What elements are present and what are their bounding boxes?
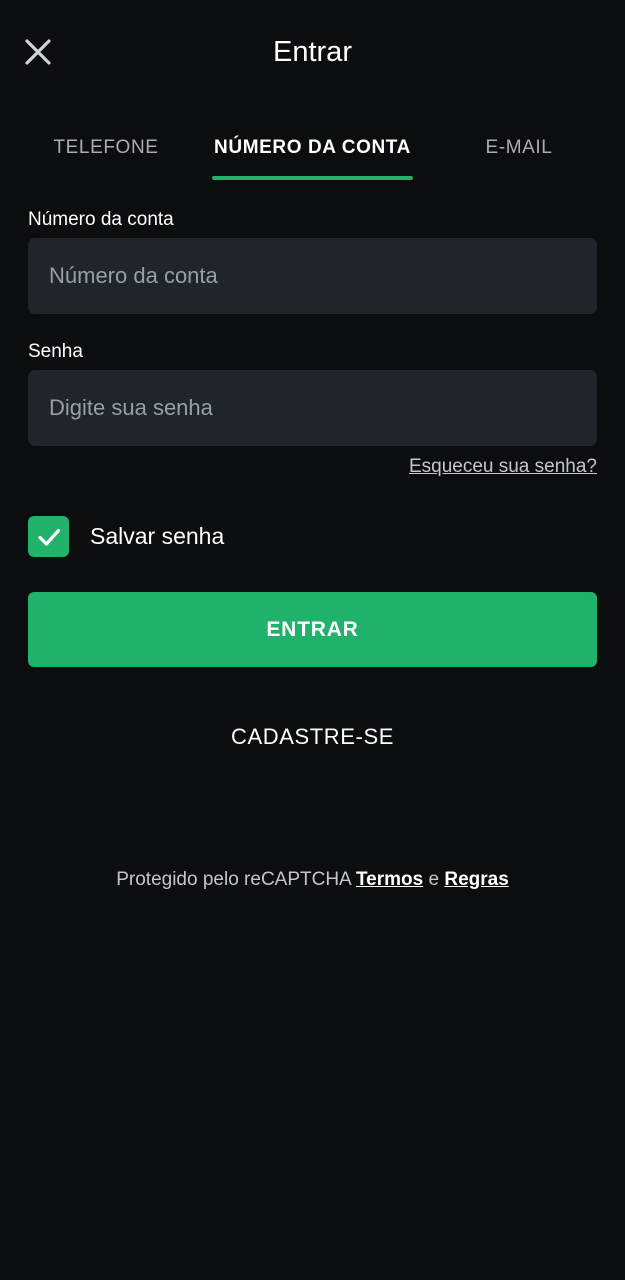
- login-button[interactable]: ENTRAR: [28, 592, 597, 667]
- login-method-tabs: TELEFONE NÚMERO DA CONTA E-MAIL: [0, 118, 625, 182]
- terms-link[interactable]: Termos: [356, 869, 423, 890]
- header: Entrar: [0, 0, 625, 104]
- page-title: Entrar: [273, 36, 352, 68]
- recaptcha-notice: Protegido pelo reCAPTCHA Termos e Regras: [0, 869, 625, 891]
- register-button[interactable]: CADASTRE-SE: [0, 724, 625, 750]
- forgot-password-link[interactable]: Esqueceu sua senha?: [409, 456, 597, 478]
- tab-email[interactable]: E-MAIL: [440, 118, 598, 178]
- account-number-input[interactable]: [28, 238, 597, 314]
- active-tab-indicator: [212, 176, 413, 180]
- tab-numero-da-conta[interactable]: NÚMERO DA CONTA: [206, 118, 419, 178]
- recaptcha-text: Protegido pelo reCAPTCHA: [116, 869, 351, 890]
- password-label: Senha: [28, 341, 83, 362]
- password-input[interactable]: [28, 370, 597, 446]
- checkmark-icon: [37, 528, 60, 546]
- rules-link[interactable]: Regras: [444, 869, 508, 890]
- conjunction-text: e: [428, 869, 440, 890]
- save-password-checkbox[interactable]: [28, 516, 69, 557]
- save-password-label[interactable]: Salvar senha: [90, 521, 224, 551]
- account-number-label: Número da conta: [28, 209, 174, 230]
- tab-telefone[interactable]: TELEFONE: [28, 118, 184, 178]
